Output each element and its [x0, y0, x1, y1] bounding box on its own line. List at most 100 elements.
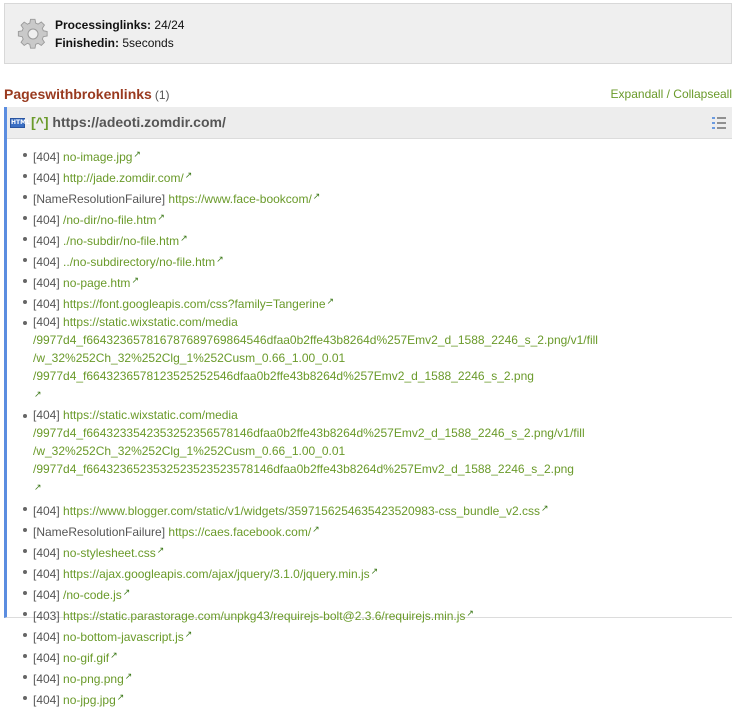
- status-code: [404]: [33, 630, 60, 644]
- url-line: https://static.wixstatic.com/media: [63, 315, 238, 329]
- finished-status: Finishedin: 5seconds: [55, 36, 174, 50]
- broken-link-item: [404] https://ajax.googleapis.com/ajax/j…: [21, 562, 598, 583]
- broken-link-url[interactable]: no-image.jpg: [63, 150, 132, 164]
- status-code: [404]: [33, 672, 60, 686]
- collapse-all-link[interactable]: Collapseall: [673, 87, 732, 101]
- separator: /: [666, 87, 670, 101]
- url-line: /no-code.js: [63, 588, 122, 602]
- status-code: [404]: [33, 567, 60, 581]
- status-code: [404]: [33, 315, 60, 329]
- url-line: https://ajax.googleapis.com/ajax/jquery/…: [63, 567, 370, 581]
- broken-link-url[interactable]: no-gif.gif: [63, 651, 109, 665]
- external-link-icon[interactable]: ↗: [216, 254, 224, 264]
- broken-link-url[interactable]: https://www.face-bookcom/: [168, 192, 311, 206]
- broken-link-url[interactable]: https://font.googleapis.com/css?family=T…: [63, 297, 325, 311]
- broken-link-url[interactable]: https://static.wixstatic.com/media/9977d…: [33, 408, 598, 478]
- broken-link-item: [404] /no-code.js↗: [21, 583, 598, 604]
- status-code: [404]: [33, 693, 60, 707]
- section-title: Pageswithbrokenlinks: [4, 86, 152, 102]
- broken-link-url[interactable]: ./no-subdir/no-file.htm: [63, 234, 179, 248]
- external-link-icon[interactable]: ↗: [110, 650, 118, 660]
- page-url: [^] https://adeoti.zomdir.com/: [31, 114, 226, 130]
- status-code: [404]: [33, 234, 60, 248]
- broken-link-url[interactable]: no-jpg.jpg: [63, 693, 116, 707]
- url-line: /9977d4_f6643233542353252356578146dfaa0b…: [33, 426, 585, 440]
- url-line: https://caes.facebook.com/: [168, 525, 312, 539]
- broken-link-item: [404] no-page.htm↗: [21, 271, 598, 292]
- broken-page-block: HTML [^] https://adeoti.zomdir.com/ [404…: [4, 107, 732, 707]
- external-link-icon[interactable]: ↗: [125, 671, 133, 681]
- broken-link-url[interactable]: https://caes.facebook.com/: [168, 525, 311, 539]
- broken-link-url[interactable]: https://static.parastorage.com/unpkg43/r…: [63, 609, 465, 623]
- status-code: [404]: [33, 651, 60, 665]
- url-line: https://font.googleapis.com/css?family=T…: [63, 297, 326, 311]
- broken-pages-count: (1): [154, 88, 170, 102]
- status-code: [404]: [33, 276, 60, 290]
- broken-link-item: [404] no-jpg.jpg↗: [21, 688, 598, 709]
- broken-link-url[interactable]: http://jade.zomdir.com/: [63, 171, 184, 185]
- external-link-icon[interactable]: ↗: [541, 503, 549, 513]
- status-panel: Processinglinks: 24/24 Finishedin: 5seco…: [4, 3, 732, 64]
- status-code: [404]: [33, 150, 60, 164]
- status-code: [404]: [33, 297, 60, 311]
- url-line: no-bottom-javascript.js: [63, 630, 184, 644]
- gear-icon: [17, 18, 48, 49]
- external-link-icon[interactable]: ↗: [123, 587, 131, 597]
- url-line: https://www.face-bookcom/: [168, 192, 312, 206]
- broken-link-url[interactable]: no-page.htm: [63, 276, 130, 290]
- url-line: no-gif.gif: [63, 651, 110, 665]
- list-view-icon[interactable]: [712, 116, 726, 130]
- external-link-icon[interactable]: ↗: [34, 482, 42, 492]
- processing-value: 24/24: [154, 18, 185, 32]
- external-link-icon[interactable]: ↗: [185, 629, 193, 639]
- finished-value: 5seconds: [122, 36, 174, 50]
- url-line: ./no-subdir/no-file.htm: [63, 234, 180, 248]
- external-link-icon[interactable]: ↗: [157, 212, 165, 222]
- external-link-icon[interactable]: ↗: [185, 170, 193, 180]
- broken-link-item: [404] ../no-subdirectory/no-file.htm↗: [21, 250, 598, 271]
- broken-link-item: [NameResolutionFailure] https://caes.fac…: [21, 520, 598, 541]
- external-link-icon[interactable]: ↗: [371, 566, 379, 576]
- external-link-icon[interactable]: ↗: [180, 233, 188, 243]
- external-link-icon[interactable]: ↗: [34, 389, 42, 399]
- external-link-icon[interactable]: ↗: [327, 296, 335, 306]
- processing-status: Processinglinks: 24/24: [55, 18, 185, 32]
- external-link-icon[interactable]: ↗: [466, 608, 474, 618]
- page-header[interactable]: HTML [^] https://adeoti.zomdir.com/: [7, 107, 732, 139]
- external-link-icon[interactable]: ↗: [131, 275, 139, 285]
- broken-link-item: [404] no-bottom-javascript.js↗: [21, 625, 598, 646]
- broken-link-url[interactable]: no-bottom-javascript.js: [63, 630, 184, 644]
- broken-link-url[interactable]: https://static.wixstatic.com/media/9977d…: [33, 315, 598, 385]
- go-up-link[interactable]: [^]: [31, 114, 49, 130]
- broken-link-url[interactable]: ../no-subdirectory/no-file.htm: [63, 255, 215, 269]
- url-line: https://static.parastorage.com/unpkg43/r…: [63, 609, 466, 623]
- broken-link-item: [404] /no-dir/no-file.htm↗: [21, 208, 598, 229]
- external-link-icon[interactable]: ↗: [312, 524, 320, 534]
- broken-link-url[interactable]: no-stylesheet.css: [63, 546, 156, 560]
- url-line: ../no-subdirectory/no-file.htm: [63, 255, 216, 269]
- url-line: /w_32%252Ch_32%252Clg_1%252Cusm_0.66_1.0…: [33, 444, 346, 458]
- external-link-icon[interactable]: ↗: [157, 545, 165, 555]
- url-line: /9977d4_f6643236578123525252546dfaa0b2ff…: [33, 369, 534, 383]
- url-line: /w_32%252Ch_32%252Clg_1%252Cusm_0.66_1.0…: [33, 351, 346, 365]
- url-line: /9977d4_f664323657816787689769864546dfaa…: [33, 333, 598, 347]
- external-link-icon[interactable]: ↗: [313, 191, 321, 201]
- external-link-icon[interactable]: ↗: [117, 692, 125, 702]
- expand-all-link[interactable]: Expandall: [611, 87, 664, 101]
- url-line: /no-dir/no-file.htm: [63, 213, 157, 227]
- url-line: no-png.png: [63, 672, 124, 686]
- broken-link-url[interactable]: no-png.png: [63, 672, 124, 686]
- status-code: [404]: [33, 408, 60, 422]
- broken-link-item: [404] ./no-subdir/no-file.htm↗: [21, 229, 598, 250]
- broken-link-url[interactable]: https://www.blogger.com/static/v1/widget…: [63, 504, 540, 518]
- broken-link-url[interactable]: /no-code.js: [63, 588, 122, 602]
- broken-link-url[interactable]: /no-dir/no-file.htm: [63, 213, 156, 227]
- broken-link-item: [404] https://static.wixstatic.com/media…: [21, 313, 598, 406]
- external-link-icon[interactable]: ↗: [133, 149, 141, 159]
- status-code: [404]: [33, 504, 60, 518]
- url-line: no-page.htm: [63, 276, 131, 290]
- url-line: /9977d4_f6643236523532523523523578146dfa…: [33, 462, 574, 476]
- broken-link-url[interactable]: https://ajax.googleapis.com/ajax/jquery/…: [63, 567, 370, 581]
- status-code: [NameResolutionFailure]: [33, 525, 166, 539]
- html-file-icon: HTML: [10, 118, 30, 128]
